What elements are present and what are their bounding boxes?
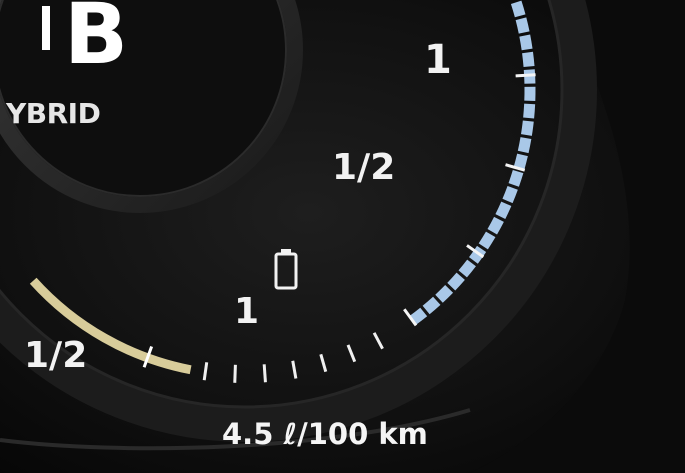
battery-level-segment <box>523 103 536 119</box>
battery-level-segment <box>515 17 530 34</box>
battery-level-segment <box>447 272 465 291</box>
gear-indicator-bar <box>42 6 50 50</box>
battery-level-segment <box>510 0 526 18</box>
battery-level-segment <box>422 296 441 315</box>
battery-level-segment <box>458 259 476 278</box>
fuel-tick <box>262 364 267 383</box>
battery-level-segment <box>435 285 454 303</box>
fuel-half-label: 1/2 <box>24 335 88 376</box>
battery-level-segment <box>522 51 535 67</box>
battery-major-tick <box>515 73 536 78</box>
battery-half-label: 1/2 <box>332 147 396 188</box>
battery-level-segment <box>508 169 524 187</box>
fuel-consumption-readout: 4.5 ℓ/100 km <box>222 417 428 451</box>
battery-level-segment <box>478 231 496 250</box>
battery-empty-label: 1 <box>234 291 260 332</box>
battery-level-segment <box>513 153 528 171</box>
drive-mode-label: YBRID <box>6 97 101 130</box>
battery-level-segment <box>487 216 504 235</box>
battery-level-segment <box>517 137 532 154</box>
instrument-cluster: B YBRID 1 1/2 1 1/2 4.5 ℓ/100 km <box>0 0 685 473</box>
battery-level-segment <box>519 34 533 51</box>
battery-level-segment <box>523 69 536 84</box>
fuel-tick <box>233 364 237 383</box>
battery-level-segment <box>502 185 518 204</box>
battery-level-segment <box>495 201 512 220</box>
battery-full-label: 1 <box>424 37 452 83</box>
gear-indicator: B <box>64 0 128 83</box>
battery-level-segment <box>409 307 428 326</box>
battery-level-segment <box>520 120 534 136</box>
